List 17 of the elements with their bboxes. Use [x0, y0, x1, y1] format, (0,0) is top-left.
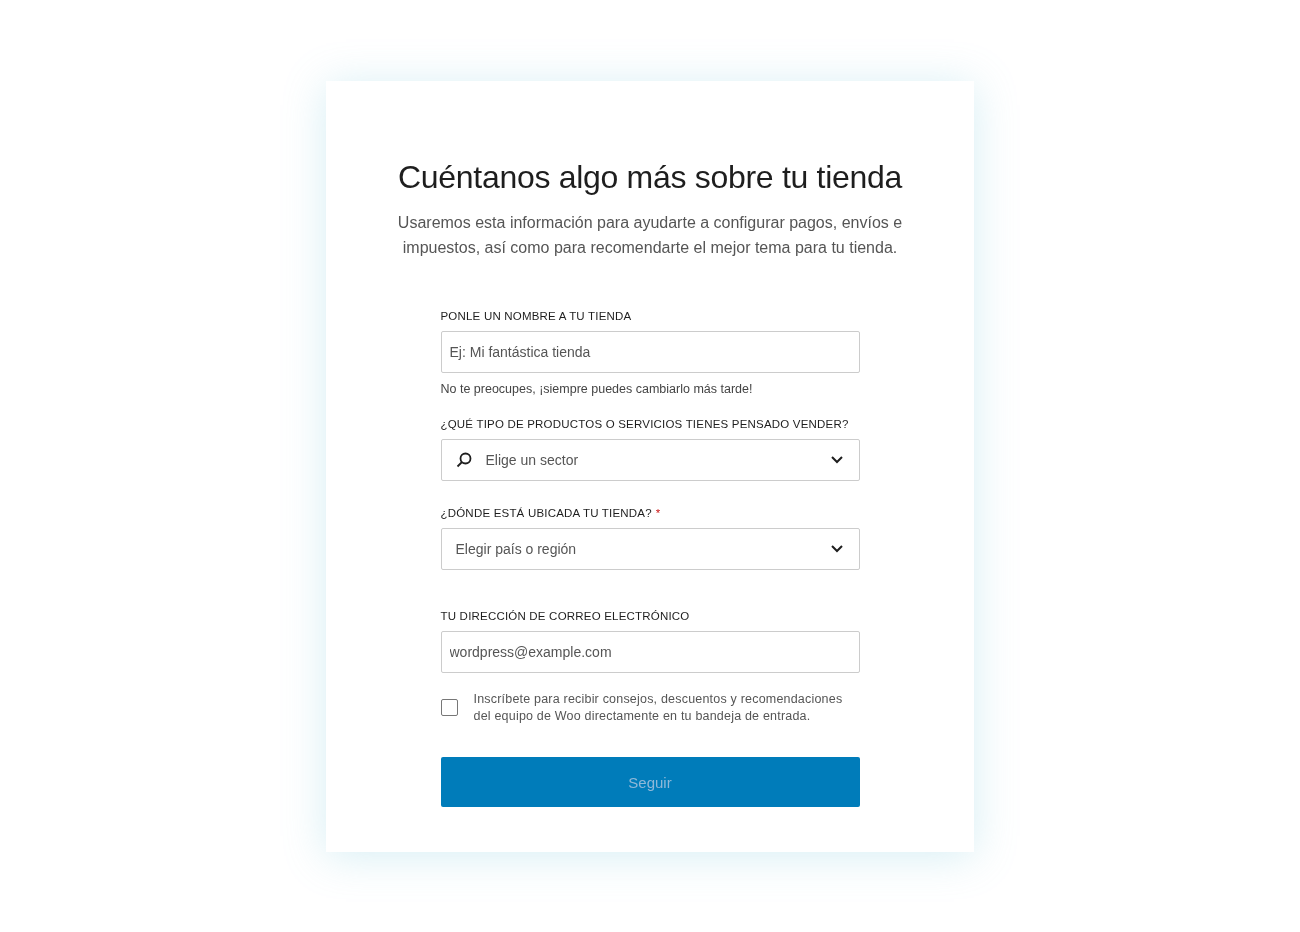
required-mark: *	[655, 507, 661, 519]
newsletter-checkbox[interactable]	[440, 699, 458, 716]
page-subtitle: Usaremos esta información para ayudarte a configurar pagos, envíos e impuestos, así como para recomendarte el mejor tema para tu tienda.	[396, 213, 904, 258]
sector-dropdown[interactable]: Elige un sector	[440, 439, 860, 481]
field-label: PONLE UN NOMBRE A TU TIENDA	[440, 310, 632, 322]
help-text: No te preocupes, ¡siempre puedes cambiarlo más tarde!	[440, 382, 754, 396]
text-field[interactable]: Ej: Mi fantástica tienda	[440, 331, 860, 373]
field-label: TU DIRECCIÓN DE CORREO ELECTRÓNICO	[440, 610, 690, 622]
chevron-down-icon	[830, 545, 843, 553]
text-field[interactable]: wordpress@example.com	[440, 631, 860, 673]
field-label: ¿DÓNDE ESTÁ UBICADA TU TIENDA?	[440, 507, 652, 519]
search-icon	[455, 452, 472, 468]
field-label: ¿QUÉ TIPO DE PRODUCTOS O SERVICIOS TIENES PENSADO VENDER?	[440, 418, 849, 430]
newsletter-label: Inscríbete para recibir consejos, descuentos y recomendaciones del equipo de Woo directamente en tu bandeja de entrada.	[473, 691, 844, 725]
page-title: Cuéntanos algo más sobre tu tienda	[398, 159, 902, 196]
chevron-down-icon	[830, 456, 843, 464]
country-dropdown[interactable]: Elegir país o región	[440, 528, 860, 570]
